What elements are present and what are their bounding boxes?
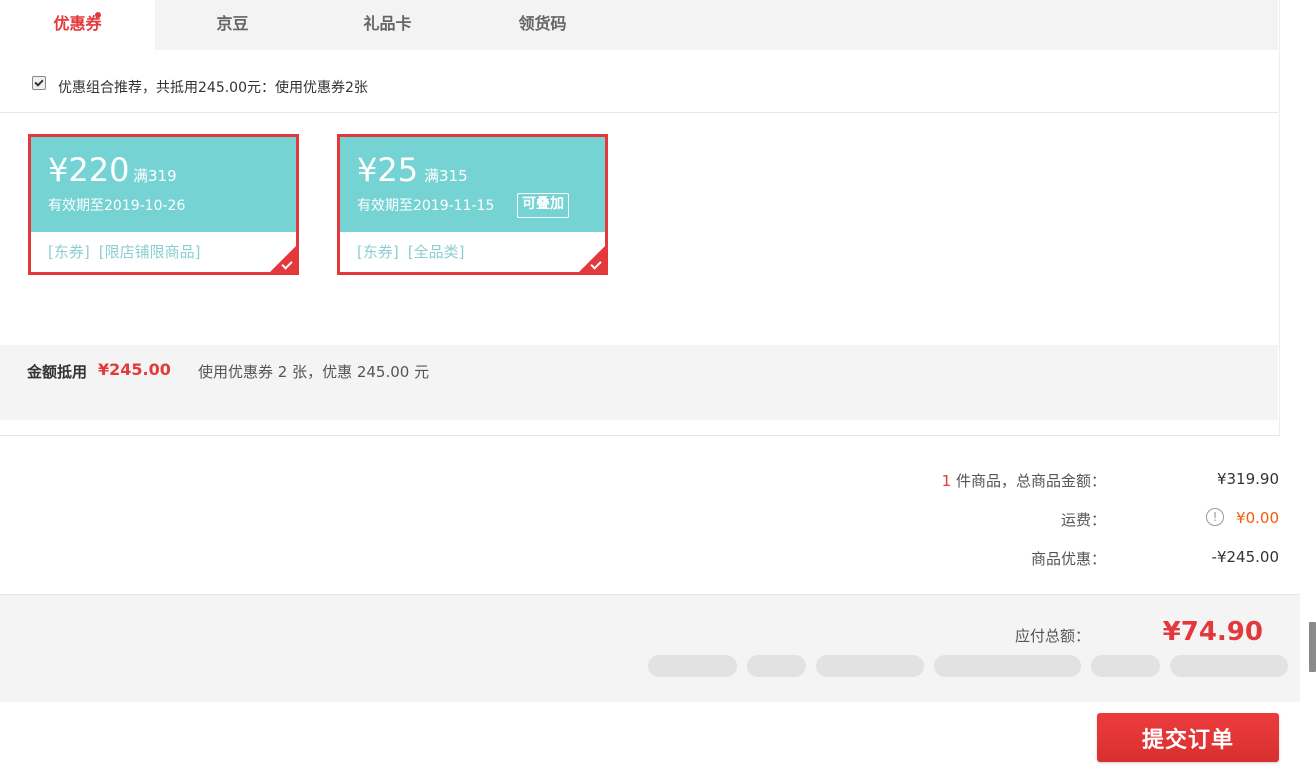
coupon-card[interactable]: ¥25 满315 有效期至2019-11-15 可叠加 [东券] [全品类]: [337, 134, 608, 275]
submit-order-button[interactable]: 提交订单: [1097, 713, 1279, 762]
total-bar: 应付总额： ¥74.90: [0, 594, 1300, 702]
coupon-header: ¥220 满319 有效期至2019-10-26: [31, 137, 296, 232]
coupon-header: ¥25 满315 有效期至2019-11-15 可叠加: [340, 137, 605, 232]
coupon-condition: 满319: [133, 167, 177, 185]
combo-checkbox[interactable]: [32, 76, 46, 90]
goods-total-label: 1 件商品，总商品金额：: [941, 472, 1106, 490]
stackable-badge: 可叠加: [517, 193, 569, 218]
coupon-condition: 满315: [424, 167, 468, 185]
shipping-label: 运费：: [1060, 511, 1106, 529]
combo-text: 优惠组合推荐，共抵用245.00元：使用优惠券2张: [58, 80, 368, 96]
amount-deduction-label: 金额抵用: [27, 363, 88, 381]
tab-coupons[interactable]: 优惠券: [0, 0, 155, 50]
selected-check-icon: [579, 246, 605, 272]
coupon-tag-scope: [限店铺限商品]: [98, 243, 201, 261]
scrollbar-thumb[interactable]: [1309, 622, 1316, 672]
coupon-panel: 优惠券 京豆 礼品卡 领货码 优惠组合推荐，共抵用245.00元：使用优惠券2张…: [0, 0, 1280, 436]
discount-tabs: 优惠券 京豆 礼品卡 领货码: [0, 0, 1278, 50]
shipping-row: ! ¥0.00: [1206, 507, 1279, 528]
selected-check-icon: [270, 246, 296, 272]
amount-deduction-desc: 使用优惠券 2 张，优惠 245.00 元: [198, 363, 430, 381]
blurred-address: [648, 653, 1288, 679]
coupon-amount: ¥220: [48, 151, 130, 189]
shipping-value: ¥0.00: [1236, 509, 1279, 527]
tab-redeem-code-label: 领货码: [518, 14, 567, 33]
discount-value: -¥245.00: [1211, 548, 1279, 566]
goods-total-value: ¥319.90: [1216, 470, 1279, 488]
scrollbar[interactable]: [1308, 0, 1316, 782]
tab-jingdou-label: 京豆: [216, 14, 249, 33]
tab-redeem-code[interactable]: 领货码: [465, 0, 620, 50]
coupon-card[interactable]: ¥220 满319 有效期至2019-10-26 [东券] [限店铺限商品]: [28, 134, 299, 275]
combo-recommendation: 优惠组合推荐，共抵用245.00元：使用优惠券2张: [32, 76, 368, 98]
check-icon: [34, 76, 44, 87]
total-value: ¥74.90: [1162, 617, 1263, 647]
amount-deduction-value: ¥245.00: [98, 360, 171, 379]
tab-jingdou[interactable]: 京豆: [155, 0, 310, 50]
tab-gift-card-label: 礼品卡: [363, 14, 412, 33]
coupon-validity: 有效期至2019-10-26: [48, 198, 186, 214]
divider: [0, 112, 1278, 113]
notification-dot: [95, 12, 101, 18]
amount-deduction-bar: 金额抵用 ¥245.00 使用优惠券 2 张，优惠 245.00 元: [0, 345, 1278, 420]
info-icon[interactable]: !: [1206, 507, 1225, 526]
total-label: 应付总额：: [1014, 627, 1090, 645]
coupon-tag-type: [东券]: [48, 243, 90, 261]
coupon-validity: 有效期至2019-11-15: [357, 198, 495, 214]
coupon-amount: ¥25: [357, 151, 419, 189]
tab-coupons-label: 优惠券: [53, 14, 102, 33]
item-count: 1: [941, 472, 952, 490]
discount-label: 商品优惠：: [1030, 550, 1106, 568]
coupon-tags: [东券] [全品类]: [357, 241, 473, 262]
tab-gift-card[interactable]: 礼品卡: [310, 0, 465, 50]
coupon-tags: [东券] [限店铺限商品]: [48, 241, 209, 262]
coupon-tag-type: [东券]: [357, 243, 399, 261]
coupon-tag-scope: [全品类]: [407, 243, 465, 261]
